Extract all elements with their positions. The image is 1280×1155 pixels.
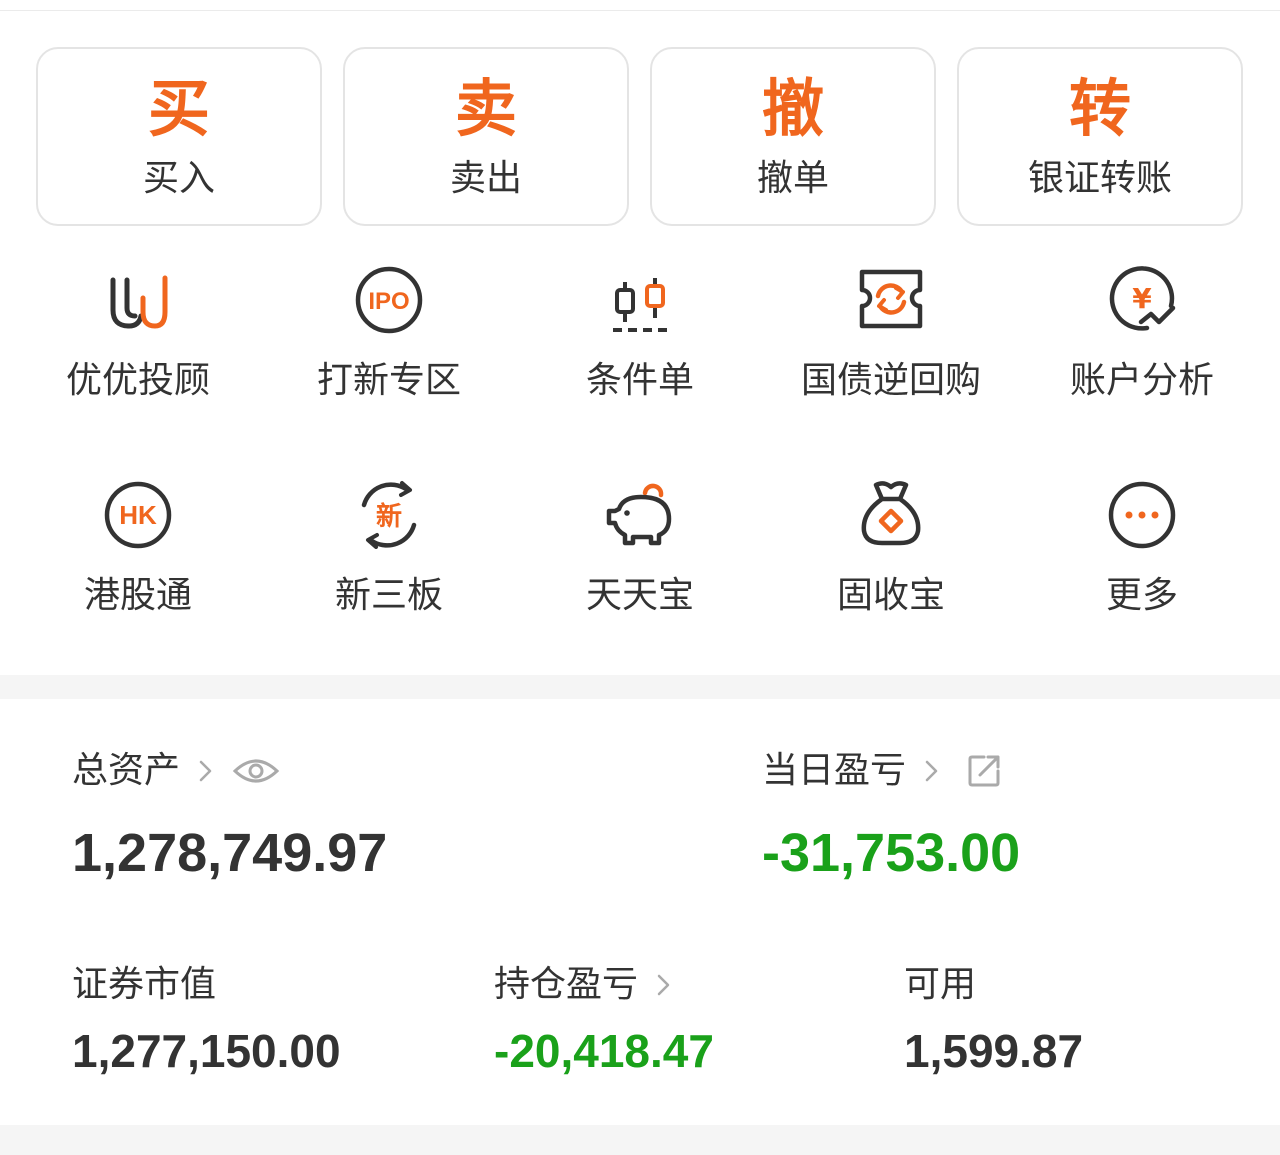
holding-pl-value: -20,418.47	[494, 1025, 714, 1077]
total-assets-value: 1,278,749.97	[72, 823, 388, 883]
bottom-band	[0, 1125, 1280, 1155]
buy-button[interactable]: 买 买入	[36, 47, 322, 226]
neeq-icon: 新	[361, 481, 417, 549]
grid-label-conditional-order: 条件单	[585, 360, 694, 401]
yuan-icon-text: ¥	[1132, 282, 1152, 315]
holding-pl-label: 持仓盈亏	[494, 964, 639, 1005]
repo-ticket-icon	[859, 269, 923, 329]
cancel-order-button[interactable]: 撤 撤单	[650, 47, 936, 226]
grid-item-conditional-order[interactable]: 条件单	[512, 250, 768, 420]
grid-item-more[interactable]: 更多	[1014, 465, 1270, 635]
money-bag-icon	[861, 481, 921, 546]
top-divider	[0, 10, 1280, 11]
transfer-label: 银证转账	[1027, 158, 1172, 199]
available-label: 可用	[904, 964, 977, 1005]
grid-item-youyou-advisor[interactable]: 优优投顾	[10, 250, 266, 420]
candlestick-icon	[613, 278, 671, 332]
available-value: 1,599.87	[904, 1025, 1084, 1077]
grid-item-account-analysis[interactable]: ¥ 账户分析	[1014, 250, 1270, 420]
market-value-label: 证券市值	[72, 964, 217, 1005]
daily-pl-header[interactable]: 当日盈亏	[762, 748, 1002, 794]
buy-glyph: 买	[147, 72, 210, 145]
eye-icon[interactable]	[232, 755, 280, 787]
trade-actions: 买 买入 卖 卖出 撤 撤单 转 银证转账	[36, 47, 1244, 226]
ipo-icon-text: IPO	[368, 288, 409, 315]
grid-item-tiantianbao[interactable]: 天天宝	[512, 465, 768, 635]
grid-label-youyou-advisor: 优优投顾	[65, 360, 210, 401]
cancel-label: 撤单	[756, 158, 829, 199]
total-assets-label: 总资产	[72, 750, 181, 791]
neeq-icon-text: 新	[376, 501, 402, 532]
total-assets-header[interactable]: 总资产	[72, 748, 280, 794]
grid-label-neeq: 新三板	[334, 575, 443, 616]
grid-label-fixed-income: 固收宝	[836, 575, 945, 616]
transfer-glyph: 转	[1068, 72, 1131, 145]
grid-label-treasury-repo: 国债逆回购	[800, 360, 981, 401]
grid-item-hk-connect[interactable]: HK 港股通	[10, 465, 266, 635]
buy-label: 买入	[142, 158, 215, 199]
sell-button[interactable]: 卖 卖出	[343, 47, 629, 226]
share-external-icon[interactable]	[966, 753, 1002, 789]
chevron-right-icon	[925, 760, 938, 782]
yuan-analysis-icon: ¥	[1109, 266, 1176, 331]
grid-item-ipo[interactable]: IPO 打新专区	[261, 250, 517, 420]
grid-label-ipo: 打新专区	[316, 360, 461, 401]
grid-item-fixed-income[interactable]: 固收宝	[763, 465, 1019, 635]
more-dots-icon	[1108, 481, 1176, 549]
grid-label-more: 更多	[1105, 575, 1178, 616]
sell-label: 卖出	[449, 158, 522, 199]
cancel-glyph: 撤	[761, 72, 824, 145]
holding-pl-header[interactable]: 持仓盈亏	[494, 962, 674, 1008]
feature-grid: 优优投顾 IPO 打新专区 条件单 国债逆回购 ¥ 账户分析 HK 港股通 新 …	[0, 250, 1280, 650]
hk-connect-icon: HK	[104, 481, 172, 549]
bank-transfer-button[interactable]: 转 银证转账	[957, 47, 1243, 226]
sell-glyph: 卖	[454, 72, 517, 145]
market-value-value: 1,277,150.00	[72, 1025, 341, 1077]
grid-label-hk-connect: 港股通	[83, 575, 192, 616]
ipo-icon: IPO	[355, 266, 423, 334]
daily-pl-value: -31,753.00	[762, 823, 1021, 883]
grid-label-tiantianbao: 天天宝	[585, 575, 694, 616]
piggy-bank-icon	[606, 483, 672, 546]
youyou-advisor-icon	[110, 275, 168, 329]
grid-label-account-analysis: 账户分析	[1069, 360, 1214, 401]
grid-item-neeq[interactable]: 新 新三板	[261, 465, 517, 635]
section-divider	[0, 675, 1280, 699]
chevron-right-icon	[657, 974, 670, 996]
hk-icon-text: HK	[119, 500, 157, 530]
grid-item-treasury-repo[interactable]: 国债逆回购	[763, 250, 1019, 420]
chevron-right-icon	[199, 760, 212, 782]
daily-pl-label: 当日盈亏	[762, 750, 907, 791]
